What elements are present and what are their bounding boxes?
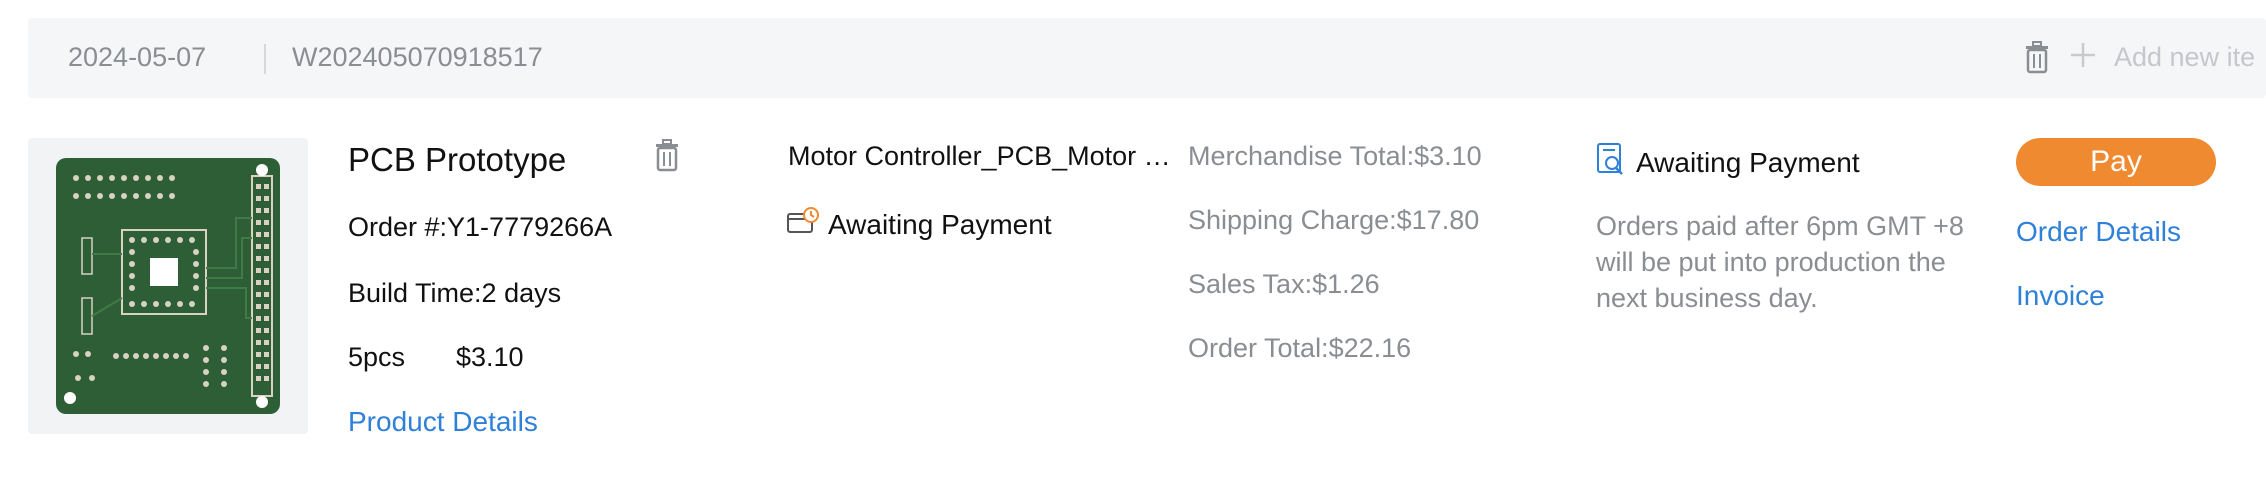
quantity: 5pcs — [348, 342, 406, 372]
payment-status-label: Awaiting Payment — [1636, 146, 1860, 178]
pcb-board-image — [56, 158, 280, 414]
build-time: Build Time:2 days — [348, 278, 562, 308]
production-notice: Orders paid after 6pm GMT +8 will be put… — [1596, 211, 1964, 313]
product-title: PCB Prototype — [348, 141, 567, 178]
order-details-link[interactable]: Order Details — [2016, 216, 2181, 248]
trash-icon[interactable] — [2022, 40, 2052, 74]
wallet-clock-icon — [786, 206, 820, 243]
shipping-charge: Shipping Charge:$17.80 — [1188, 205, 1480, 235]
file-status: Awaiting Payment — [786, 206, 1052, 243]
payment-status: Awaiting Payment — [1596, 142, 1860, 183]
order-header: 2024-05-07 W202405070918517 Add new ite — [28, 18, 2266, 98]
merchandise-total: Merchandise Total:$3.10 — [1188, 141, 1482, 171]
product-details-link[interactable]: Product Details — [348, 406, 538, 438]
file-status-label: Awaiting Payment — [828, 208, 1052, 240]
order-total: Order Total:$22.16 — [1188, 333, 1412, 363]
pay-button[interactable]: Pay — [2016, 138, 2216, 186]
document-search-icon — [1596, 142, 1626, 183]
trash-icon[interactable] — [652, 138, 682, 172]
sales-tax: Sales Tax:$1.26 — [1188, 269, 1380, 299]
add-new-item-button[interactable]: Add new ite — [2114, 42, 2255, 73]
order-date: 2024-05-07 — [68, 42, 207, 72]
product-order-number: Order #:Y1-7779266A — [348, 212, 613, 242]
product-thumbnail[interactable] — [28, 138, 308, 434]
unit-price: $3.10 — [456, 342, 524, 372]
file-name: Motor Controller_PCB_Motor Controller — [788, 141, 1180, 171]
plus-icon[interactable] — [2068, 38, 2098, 72]
invoice-link[interactable]: Invoice — [2016, 280, 2105, 312]
order-number: W202405070918517 — [292, 42, 543, 72]
